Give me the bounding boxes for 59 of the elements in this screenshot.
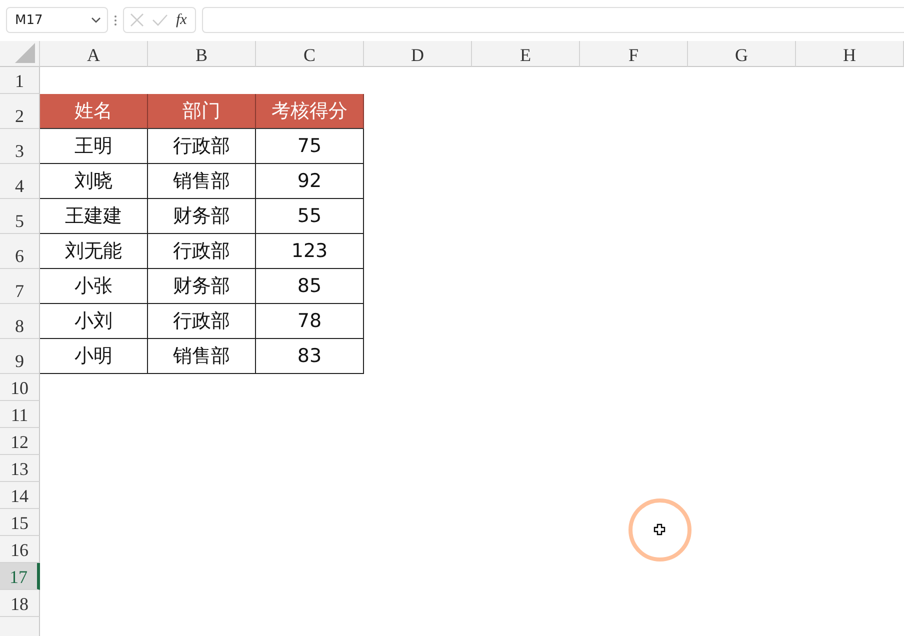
row-header[interactable]: 11 [0,401,40,428]
row-header[interactable]: 2 [0,94,40,129]
row-header[interactable]: 13 [0,455,40,482]
table-cell: 78 [256,304,364,339]
table-cell: 行政部 [148,129,256,164]
chevron-down-icon [91,17,101,23]
row-header[interactable]: 5 [0,199,40,234]
table-cell: 123 [256,234,364,269]
table-cell: 行政部 [148,234,256,269]
row-header[interactable]: 18 [0,590,40,617]
select-all-icon[interactable] [15,43,35,63]
table-cell: 小张 [40,269,148,304]
row-header[interactable]: 12 [0,428,40,455]
table-cell: 销售部 [148,339,256,374]
row-header[interactable]: 9 [0,339,40,374]
table-cell: 92 [256,164,364,199]
column-header[interactable]: C [256,41,364,67]
row-header[interactable]: 4 [0,164,40,199]
column-header[interactable]: E [472,41,580,67]
check-icon[interactable] [152,14,168,26]
table-header-cell: 部门 [148,94,256,129]
cancel-icon[interactable] [130,13,144,27]
row-header[interactable]: 16 [0,536,40,563]
table-cell: 财务部 [148,199,256,234]
row-header[interactable]: 15 [0,509,40,536]
row-header[interactable]: 3 [0,129,40,164]
column-header[interactable]: D [364,41,472,67]
column-header[interactable]: A [40,41,148,67]
column-header[interactable]: H [796,41,904,67]
cursor-highlight-icon [628,498,692,562]
row-header[interactable]: 1 [0,67,40,94]
row-header[interactable]: 6 [0,234,40,269]
table-cell: 王明 [40,129,148,164]
drag-handle-icon[interactable] [114,14,117,26]
row-header[interactable]: 17 [0,563,40,590]
table-cell: 85 [256,269,364,304]
name-box[interactable]: M17 [6,7,108,33]
column-header[interactable]: B [148,41,256,67]
table-cell: 刘晓 [40,164,148,199]
table-cell: 小明 [40,339,148,374]
table-cell: 83 [256,339,364,374]
table-cell: 行政部 [148,304,256,339]
table-cell: 王建建 [40,199,148,234]
table-cell: 55 [256,199,364,234]
column-header[interactable]: G [688,41,796,67]
row-header[interactable]: 14 [0,482,40,509]
row-header[interactable]: 7 [0,269,40,304]
row-header[interactable]: 8 [0,304,40,339]
table-header-cell: 考核得分 [256,94,364,129]
table-cell: 75 [256,129,364,164]
formula-input[interactable] [202,7,904,33]
row-header[interactable]: 10 [0,374,40,401]
table-cell: 小刘 [40,304,148,339]
table-cell: 销售部 [148,164,256,199]
table-header-cell: 姓名 [40,94,148,129]
table-cell: 刘无能 [40,234,148,269]
column-header[interactable]: F [580,41,688,67]
table-cell: 财务部 [148,269,256,304]
insert-function-button[interactable]: fx [176,12,187,28]
